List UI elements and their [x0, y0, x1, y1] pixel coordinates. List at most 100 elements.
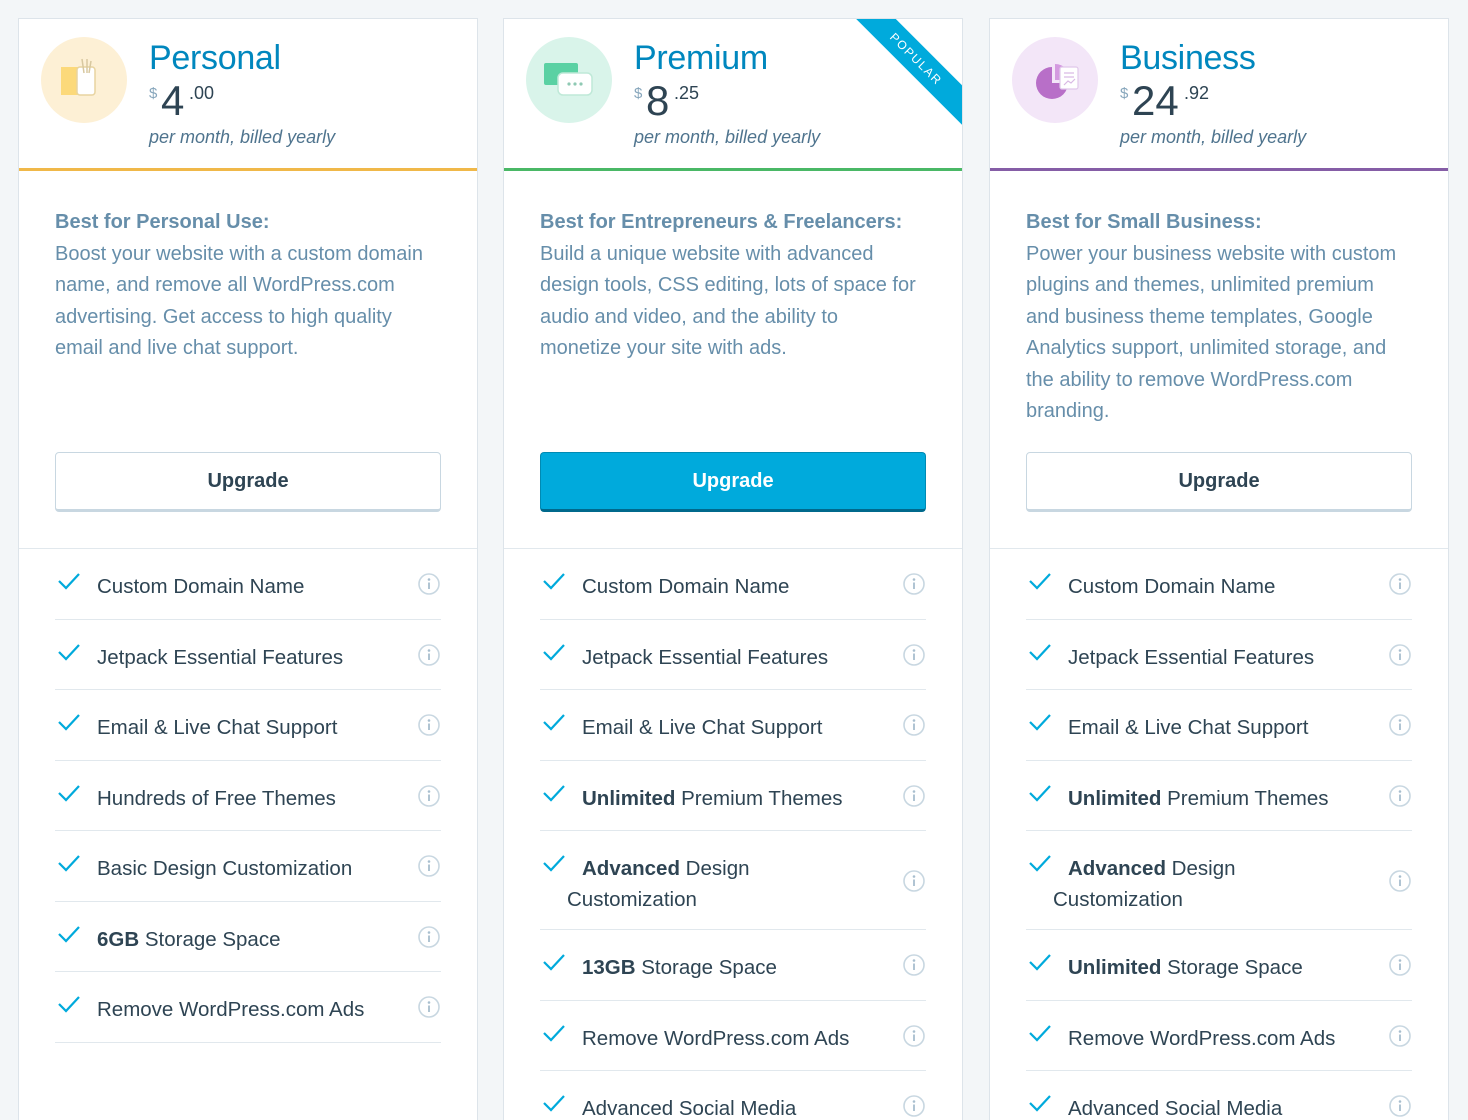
feature-item: Advanced Social Media — [540, 1071, 926, 1120]
info-icon[interactable] — [417, 643, 441, 667]
feature-item: Email & Live Chat Support — [1026, 690, 1412, 761]
feature-text: Custom Domain Name — [1068, 575, 1276, 598]
feature-label: Unlimited Premium Themes — [582, 783, 892, 814]
plan-description: Best for Personal Use: Boost your websit… — [55, 207, 435, 365]
currency-symbol: $ — [149, 85, 158, 102]
check-icon — [543, 1095, 565, 1112]
plan-header: Personal $ 4 .00 per month, billed yearl… — [19, 19, 477, 171]
info-icon[interactable] — [1388, 643, 1412, 667]
info-icon[interactable] — [902, 572, 926, 596]
feature-label: Advanced Social Media — [582, 1093, 892, 1120]
info-icon[interactable] — [1388, 784, 1412, 808]
info-icon[interactable] — [1388, 713, 1412, 737]
feature-text: Premium Themes — [1161, 786, 1329, 810]
check-icon — [58, 925, 80, 943]
feature-text: Jetpack Essential Features — [582, 645, 829, 669]
info-icon[interactable] — [417, 925, 441, 949]
plan-title: Business — [1120, 39, 1256, 77]
feature-label: Hundreds of Free Themes — [97, 783, 407, 814]
feature-item: Jetpack Essential Features — [55, 620, 441, 690]
info-icon[interactable] — [417, 713, 441, 737]
plan-card-personal: Personal $ 4 .00 per month, billed yearl… — [18, 18, 478, 1120]
description-heading: Best for Personal Use: — [55, 211, 270, 233]
billing-note: per month, billed yearly — [149, 127, 336, 147]
feature-item: Unlimited Premium Themes — [1026, 761, 1412, 831]
feature-text: Premium Themes — [675, 786, 843, 810]
info-icon[interactable] — [902, 643, 926, 667]
feature-item: Basic Design Customization — [55, 831, 441, 902]
feature-label: Custom Domain Name — [1068, 571, 1378, 602]
feature-text: Email & Live Chat Support — [1068, 716, 1309, 739]
feature-text: Email & Live Chat Support — [582, 716, 823, 739]
info-icon[interactable] — [1388, 869, 1412, 893]
info-icon[interactable] — [902, 784, 926, 808]
info-icon[interactable] — [417, 572, 441, 596]
info-icon[interactable] — [902, 1024, 926, 1048]
upgrade-button[interactable]: Upgrade — [1026, 452, 1412, 512]
plan-title: Personal — [149, 39, 281, 77]
feature-list: Custom Domain Name Jetpack Essential Feat… — [19, 548, 477, 1043]
feature-label: Custom Domain Name — [97, 571, 407, 602]
check-icon — [1029, 1095, 1051, 1112]
feature-item: 6GB Storage Space — [55, 902, 441, 972]
upgrade-button[interactable]: Upgrade — [540, 452, 926, 512]
plan-card-premium: Premium $ 8 .25 per month, billed yearly… — [503, 18, 963, 1120]
feature-text: Remove WordPress.com Ads — [1068, 1026, 1336, 1050]
info-icon[interactable] — [1388, 572, 1412, 596]
feature-text: Custom Domain Name — [582, 575, 790, 598]
feature-label: Jetpack Essential Features — [97, 642, 407, 673]
info-icon[interactable] — [902, 953, 926, 977]
feature-label: Jetpack Essential Features — [582, 642, 892, 673]
info-icon[interactable] — [1388, 1094, 1412, 1118]
currency-symbol: $ — [1120, 85, 1129, 102]
info-icon[interactable] — [417, 854, 441, 878]
feature-item: Unlimited Storage Space — [1026, 930, 1412, 1001]
check-icon — [1029, 855, 1051, 872]
business-plan-icon — [1012, 37, 1098, 123]
feature-text: Advanced Social Media — [582, 1097, 797, 1120]
price-fraction: .92 — [1184, 83, 1210, 103]
feature-list: Custom Domain Name Jetpack Essential Feat… — [990, 548, 1448, 1120]
currency-symbol: $ — [634, 85, 643, 102]
feature-list: Custom Domain Name Jetpack Essential Feat… — [504, 548, 962, 1120]
feature-text: Hundreds of Free Themes — [97, 786, 336, 810]
info-icon[interactable] — [902, 869, 926, 893]
plan-description: Best for Small Business: Power your busi… — [1026, 207, 1406, 428]
info-icon[interactable] — [902, 1094, 926, 1118]
feature-emphasis: Unlimited — [582, 786, 676, 810]
feature-label: Email & Live Chat Support — [1068, 712, 1378, 743]
info-icon[interactable] — [1388, 953, 1412, 977]
plan-header: Business $ 24 .92 per month, billed year… — [990, 19, 1448, 171]
check-icon — [58, 784, 80, 802]
upgrade-button[interactable]: Upgrade — [55, 452, 441, 512]
feature-text: Jetpack Essential Features — [97, 645, 344, 669]
info-icon[interactable] — [902, 713, 926, 737]
feature-item: Advanced Design Customization — [1026, 831, 1412, 930]
feature-text: Email & Live Chat Support — [97, 716, 338, 739]
feature-emphasis: Unlimited — [1068, 956, 1162, 979]
billing-note: per month, billed yearly — [634, 127, 821, 147]
feature-text: Storage Space — [635, 956, 777, 979]
description-body: Boost your website with a custom domain … — [55, 242, 423, 360]
check-icon — [543, 784, 565, 802]
info-icon[interactable] — [417, 995, 441, 1019]
feature-label: Jetpack Essential Features — [1068, 642, 1378, 673]
feature-item: Jetpack Essential Features — [540, 620, 926, 690]
feature-label: Advanced Design Customization — [567, 853, 892, 915]
feature-label: Email & Live Chat Support — [582, 712, 892, 743]
price-integer: 4 — [161, 77, 185, 124]
feature-label: Remove WordPress.com Ads — [1068, 1023, 1378, 1054]
check-icon — [543, 714, 565, 731]
info-icon[interactable] — [1388, 1024, 1412, 1048]
feature-item: Custom Domain Name — [540, 549, 926, 620]
feature-item: Remove WordPress.com Ads — [55, 972, 441, 1043]
description-body: Build a unique website with advanced des… — [540, 242, 916, 360]
feature-item: Advanced Design Customization — [540, 831, 926, 930]
feature-label: Remove WordPress.com Ads — [582, 1023, 892, 1054]
check-icon — [543, 855, 565, 872]
info-icon[interactable] — [417, 784, 441, 808]
feature-emphasis: Advanced — [1068, 857, 1166, 880]
check-icon — [58, 573, 80, 590]
feature-item: Unlimited Premium Themes — [540, 761, 926, 831]
feature-text: Design — [679, 857, 750, 880]
